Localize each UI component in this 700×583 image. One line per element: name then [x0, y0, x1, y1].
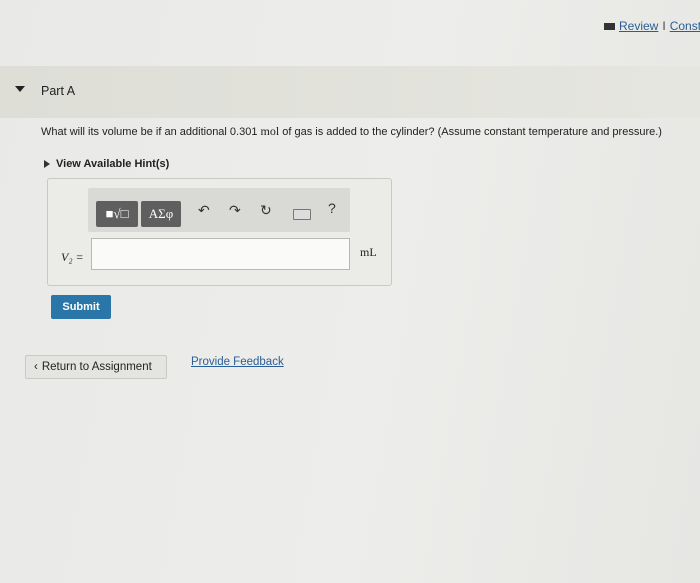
top-bar [0, 0, 700, 40]
link-separator: I [662, 19, 666, 33]
templates-button[interactable]: ■√□ [96, 201, 138, 227]
question-suffix: of gas is added to the cylinder? (Assume… [279, 126, 662, 138]
review-constants-links: Review I Consta [604, 19, 700, 33]
reset-icon[interactable]: ↻ [260, 202, 272, 219]
review-link[interactable]: Review [619, 19, 658, 33]
chevron-left-icon: ‹ [34, 361, 38, 373]
question-unit: mol [260, 124, 280, 138]
caret-right-icon [44, 160, 50, 168]
part-header[interactable] [0, 66, 700, 118]
answer-input[interactable] [91, 238, 350, 270]
redo-icon[interactable]: ↷ [229, 202, 241, 219]
book-icon [604, 22, 615, 30]
return-label: Return to Assignment [41, 361, 152, 373]
part-title: Part A [41, 84, 76, 98]
return-to-assignment-button[interactable]: ‹ Return to Assignment [25, 355, 167, 379]
help-icon[interactable]: ? [328, 200, 336, 216]
collapse-caret-icon[interactable] [15, 86, 25, 92]
keyboard-icon[interactable] [293, 209, 311, 220]
greek-symbols-button[interactable]: ΑΣφ [141, 201, 181, 227]
answer-unit: mL [360, 245, 377, 259]
submit-button[interactable]: Submit [51, 295, 111, 319]
view-hints-toggle[interactable]: View Available Hint(s) [44, 158, 169, 170]
question-text: What will its volume be if an additional… [41, 124, 662, 139]
question-prefix: What will its volume be if an additional… [41, 126, 261, 138]
variable-label: V₂ = [61, 250, 84, 264]
constants-link[interactable]: Consta [670, 19, 700, 33]
provide-feedback-link[interactable]: Provide Feedback [191, 356, 284, 368]
undo-icon[interactable]: ↶ [198, 202, 210, 219]
hint-label: View Available Hint(s) [56, 158, 170, 170]
